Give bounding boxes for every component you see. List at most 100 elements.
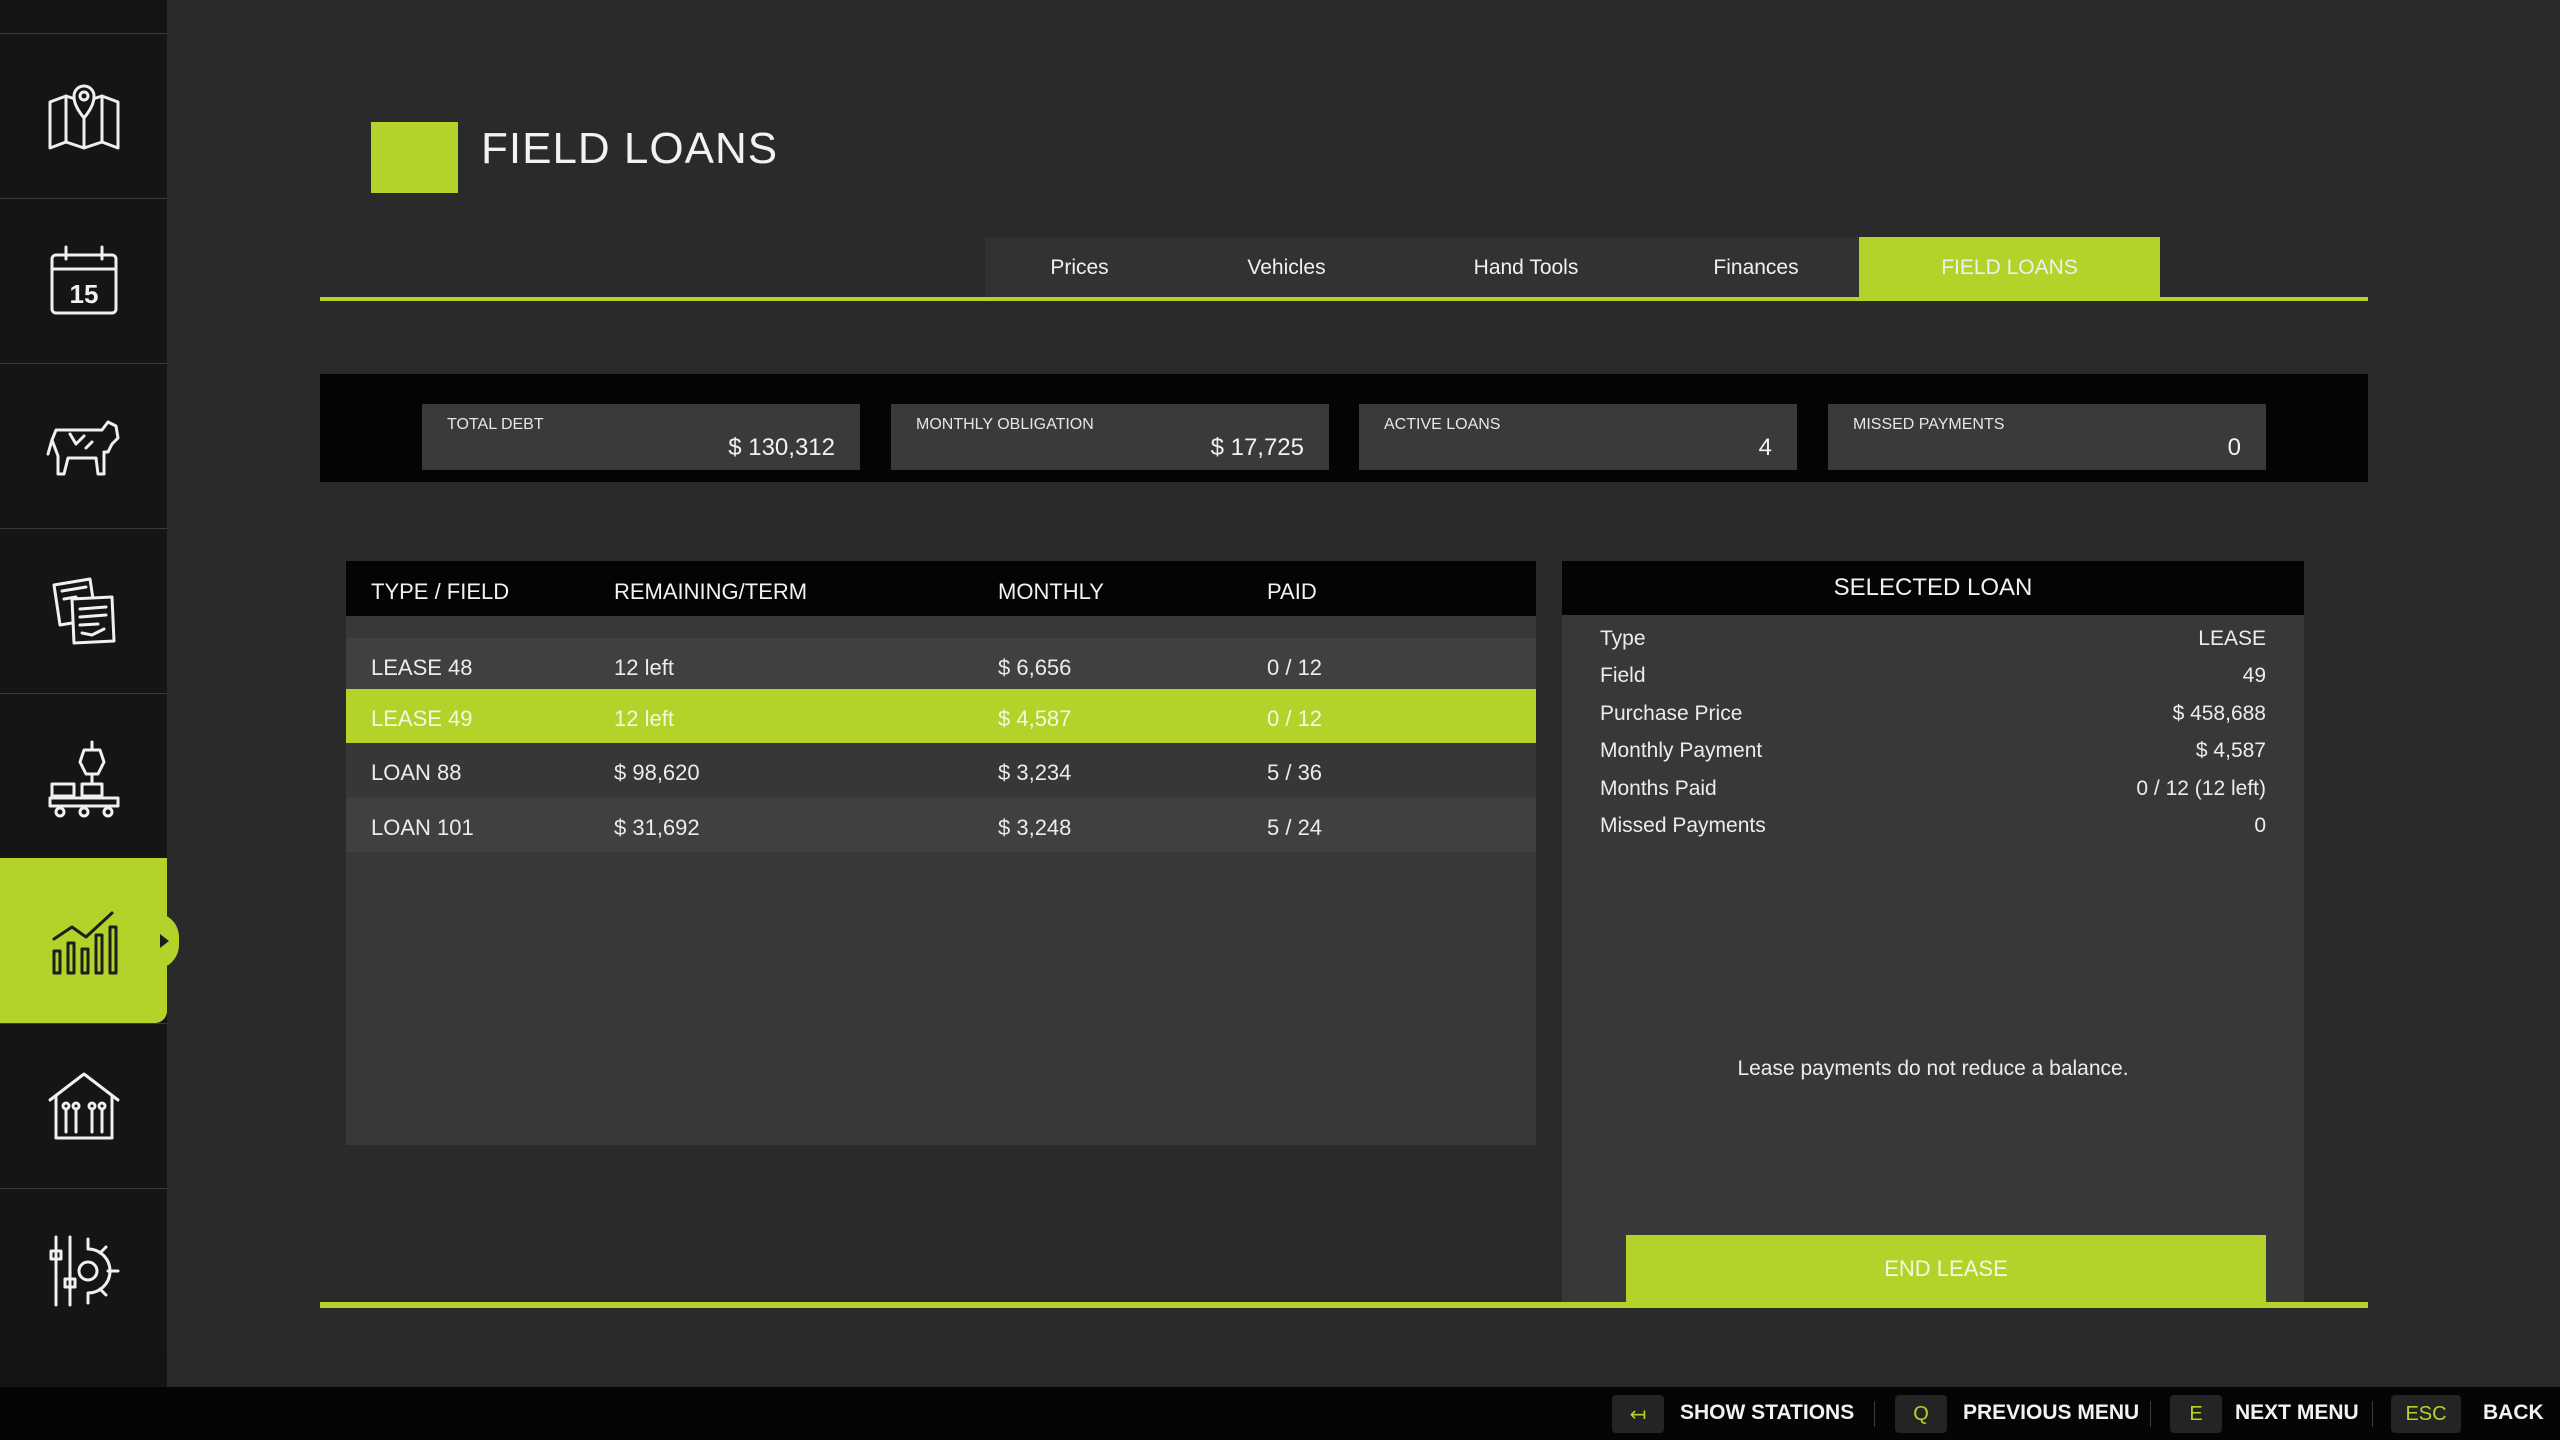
cell-remaining: 12 left	[614, 706, 674, 731]
next-menu-button[interactable]: NEXT MENU	[2235, 1401, 2359, 1425]
detail-value: $ 4,587	[2195, 739, 2266, 762]
stat-label: MISSED PAYMENTS	[1853, 416, 2005, 433]
detail-key: Missed Payments	[1600, 814, 1766, 837]
detail-value: LEASE	[2198, 627, 2266, 650]
cell-type: LEASE 49	[371, 706, 473, 731]
table-row-selected[interactable]: LEASE 49 12 left $ 4,587 0 / 12	[346, 689, 1536, 743]
cell-type: LOAN 101	[371, 815, 474, 840]
cell-monthly: $ 6,656	[998, 655, 1072, 680]
tab-hand-tools[interactable]: Hand Tools	[1399, 237, 1653, 299]
stat-value: $ 130,312	[728, 434, 835, 461]
finance-chart-icon	[52, 911, 117, 975]
stat-label: MONTHLY OBLIGATION	[916, 416, 1094, 433]
table-header: TYPE / FIELD REMAINING/TERM MONTHLY PAID	[346, 561, 1536, 616]
stat-missed-payments: MISSED PAYMENTS 0	[1828, 404, 2266, 470]
detail-row-months-paid: Months Paid 0 / 12 (12 left)	[1600, 773, 2266, 805]
cell-monthly: $ 4,587	[998, 706, 1072, 731]
cell-type: LEASE 48	[371, 655, 473, 680]
cell-paid: 5 / 36	[1267, 760, 1323, 785]
stat-value: 0	[2227, 434, 2241, 461]
cell-type: LOAN 88	[371, 760, 462, 785]
sidebar-item-animals[interactable]	[0, 363, 167, 528]
detail-key: Monthly Payment	[1600, 739, 1763, 762]
key-hint-e[interactable]: E	[2170, 1395, 2222, 1433]
detail-row-field: Field 49	[1600, 660, 2266, 692]
show-stations-button[interactable]: SHOW STATIONS	[1680, 1401, 1854, 1425]
sidebar: 15	[0, 0, 179, 1387]
documents-icon	[52, 577, 115, 645]
production-icon	[48, 740, 119, 818]
detail-value: $ 458,688	[2172, 702, 2266, 725]
detail-value: 0	[2254, 814, 2266, 837]
cell-remaining: $ 31,692	[614, 815, 700, 840]
calendar-icon: 15	[50, 245, 117, 315]
sidebar-item-settings[interactable]	[0, 1188, 167, 1353]
detail-row-monthly-payment: Monthly Payment $ 4,587	[1600, 735, 2266, 767]
barn-icon	[48, 1072, 119, 1140]
cell-paid: 0 / 12	[1267, 706, 1323, 731]
detail-row-purchase-price: Purchase Price $ 458,688	[1600, 698, 2266, 730]
tab-vehicles[interactable]: Vehicles	[1174, 237, 1399, 299]
column-header: PAID	[1267, 579, 1317, 604]
detail-value: 0 / 12 (12 left)	[2136, 777, 2266, 800]
map-icon	[48, 84, 119, 150]
lease-note: Lease payments do not reduce a balance.	[1737, 1057, 2129, 1080]
table-row[interactable]: LOAN 88 $ 98,620 $ 3,234 5 / 36	[346, 743, 1536, 797]
detail-value: 49	[2242, 664, 2266, 687]
tab-finances[interactable]: Finances	[1653, 237, 1859, 299]
cell-monthly: $ 3,234	[998, 760, 1072, 785]
stats-bar: TOTAL DEBT $ 130,312 MONTHLY OBLIGATION …	[320, 374, 2368, 482]
selected-loan-panel: SELECTED LOAN Type LEASE Field 49 Purcha…	[1562, 561, 2304, 1303]
footer-bar: ↤ SHOW STATIONS Q PREVIOUS MENU E NEXT M…	[0, 1387, 2560, 1440]
footer-separator	[2372, 1401, 2373, 1427]
title-accent-block	[371, 122, 458, 193]
table-row[interactable]: LEASE 48 12 left $ 6,656 0 / 12	[346, 638, 1536, 692]
page-title: FIELD LOANS	[481, 124, 779, 173]
cell-paid: 5 / 24	[1267, 815, 1323, 840]
column-header: MONTHLY	[998, 579, 1104, 604]
column-header: REMAINING/TERM	[614, 579, 808, 604]
bottom-divider	[320, 1302, 2368, 1308]
sidebar-item-finances[interactable]	[0, 858, 179, 1023]
cell-remaining: $ 98,620	[614, 760, 700, 785]
key-hint-stations[interactable]: ↤	[1612, 1395, 1664, 1433]
end-lease-button[interactable]: END LEASE	[1626, 1235, 2266, 1303]
detail-key: Type	[1600, 627, 1646, 650]
loans-table: TYPE / FIELD REMAINING/TERM MONTHLY PAID…	[346, 561, 1536, 1145]
sidebar-item-production[interactable]	[0, 693, 167, 858]
key-hint-q[interactable]: Q	[1895, 1395, 1947, 1433]
detail-key: Field	[1600, 664, 1646, 687]
settings-icon	[49, 1235, 119, 1307]
stat-total-debt: TOTAL DEBT $ 130,312	[422, 404, 860, 470]
footer-separator	[2150, 1401, 2151, 1427]
active-pointer-icon	[160, 934, 169, 948]
sidebar-item-contracts[interactable]	[0, 528, 167, 693]
stat-active-loans: ACTIVE LOANS 4	[1359, 404, 1797, 470]
tab-bar: Prices Vehicles Hand Tools Finances FIEL…	[985, 237, 2160, 299]
previous-menu-button[interactable]: PREVIOUS MENU	[1963, 1401, 2139, 1425]
detail-key: Months Paid	[1600, 777, 1717, 800]
panel-title: SELECTED LOAN	[1562, 561, 2304, 615]
stat-monthly-obligation: MONTHLY OBLIGATION $ 17,725	[891, 404, 1329, 470]
tab-prices[interactable]: Prices	[985, 237, 1174, 299]
tab-underline	[320, 297, 2368, 301]
stat-label: TOTAL DEBT	[447, 416, 544, 433]
table-row[interactable]: LOAN 101 $ 31,692 $ 3,248 5 / 24	[346, 798, 1536, 852]
sidebar-item-calendar[interactable]: 15	[0, 198, 167, 363]
tab-field-loans[interactable]: FIELD LOANS	[1859, 237, 2160, 299]
sidebar-item-map[interactable]	[0, 33, 167, 198]
column-header: TYPE / FIELD	[371, 579, 510, 604]
back-button[interactable]: BACK	[2483, 1401, 2544, 1425]
cell-paid: 0 / 12	[1267, 655, 1323, 680]
cow-icon	[46, 420, 119, 476]
detail-row-type: Type LEASE	[1600, 623, 2266, 655]
stat-label: ACTIVE LOANS	[1384, 416, 1501, 433]
sidebar-item-buildings[interactable]	[0, 1023, 167, 1188]
key-hint-esc[interactable]: ESC	[2391, 1395, 2461, 1433]
cell-monthly: $ 3,248	[998, 815, 1072, 840]
calendar-day: 15	[69, 279, 98, 309]
footer-separator	[1874, 1401, 1875, 1427]
stat-value: 4	[1758, 434, 1772, 461]
detail-key: Purchase Price	[1600, 702, 1743, 725]
detail-row-missed-payments: Missed Payments 0	[1600, 810, 2266, 842]
